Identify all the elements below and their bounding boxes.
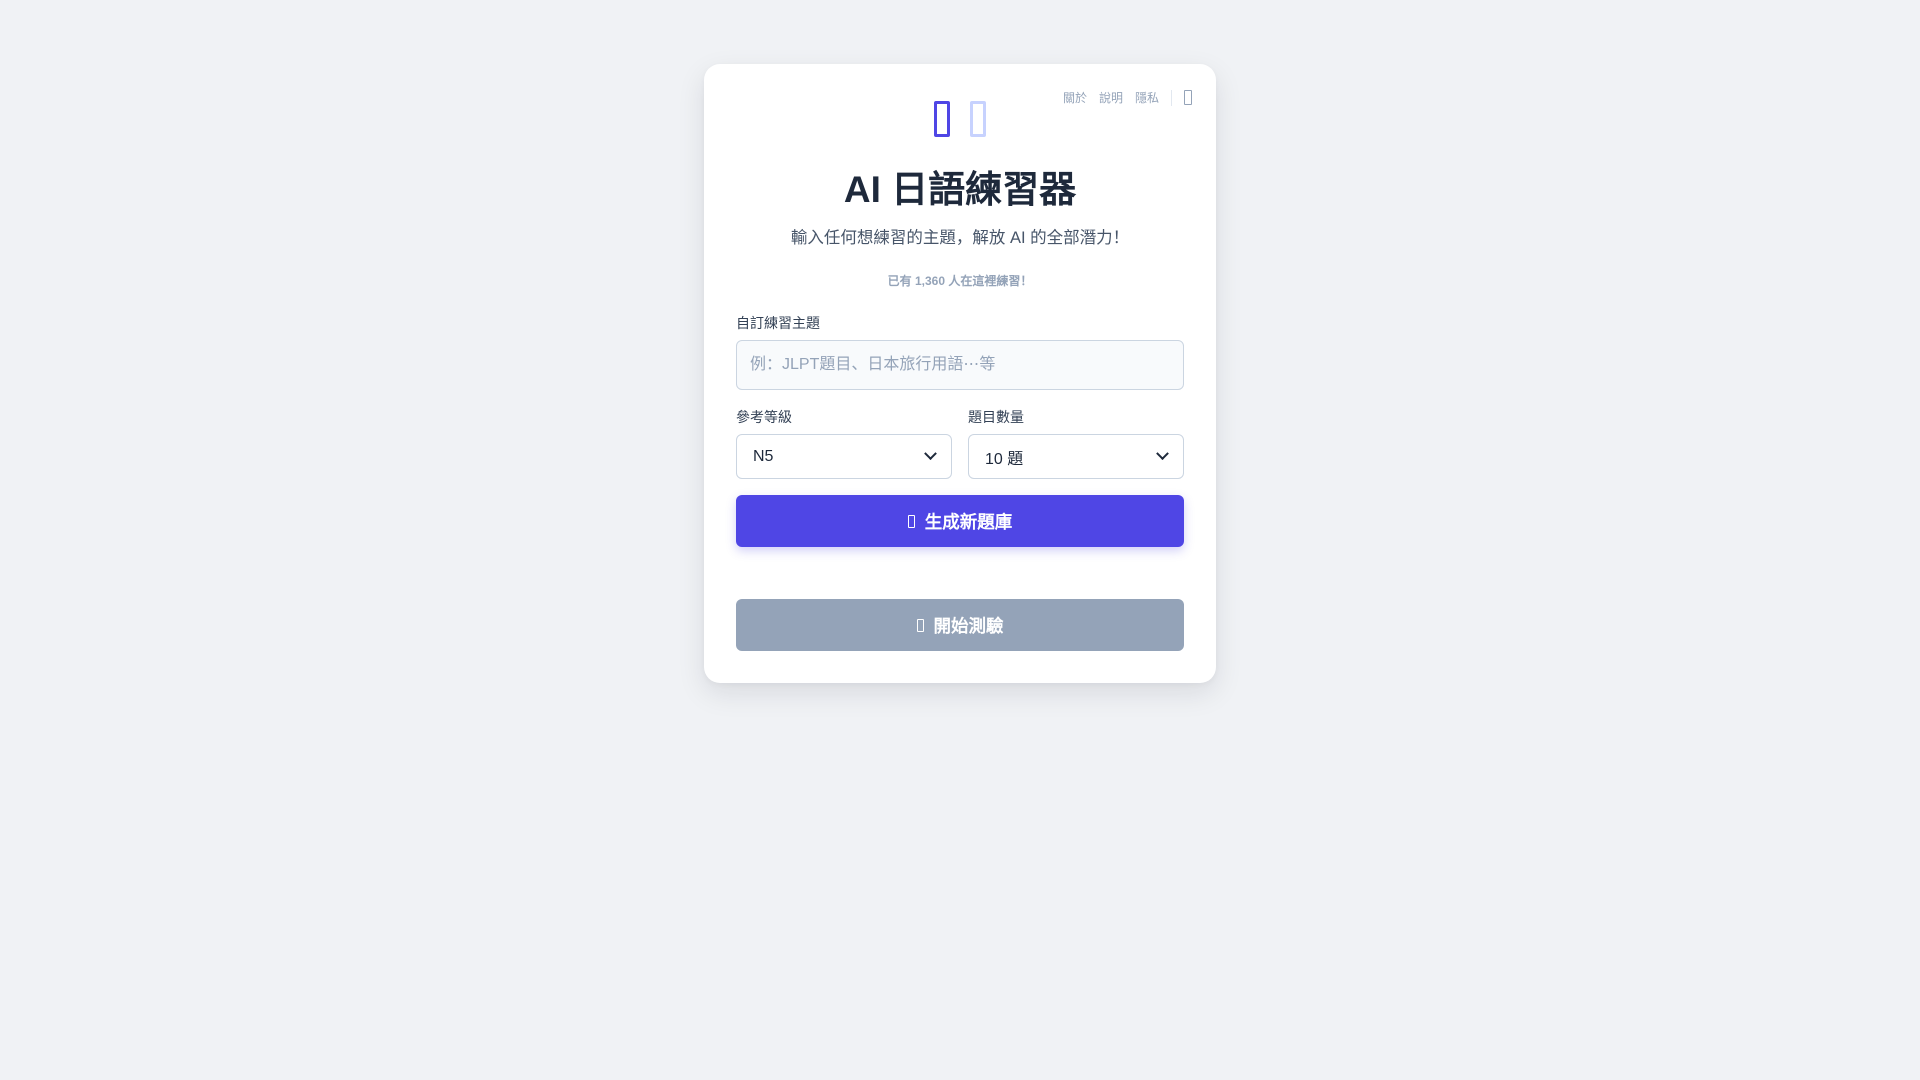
main-card: 關於 說明 隱私 AI 日語練習器 輸入任何想練習的主題，解放 AI 的全部潛力… [704, 64, 1216, 683]
logo-icon-primary [934, 101, 950, 137]
sparkle-icon [907, 514, 915, 528]
generate-button[interactable]: 生成新題庫 [736, 495, 1184, 547]
logo [704, 101, 1216, 137]
chevron-down-icon [924, 447, 937, 461]
count-select-value: 10 題 [985, 450, 1024, 468]
start-quiz-button[interactable]: 開始測驗 [736, 599, 1184, 651]
level-select[interactable]: N5 [736, 434, 952, 479]
page-title: AI 日語練習器 [843, 169, 1077, 210]
topic-label: 自訂練習主題 [736, 315, 820, 331]
user-counter: 已有 1,360 人在這裡練習！ [887, 274, 1033, 288]
count-label: 題目數量 [968, 409, 1024, 425]
level-select-value: N5 [753, 447, 774, 465]
start-quiz-button-label: 開始測驗 [933, 615, 1004, 636]
generate-button-label: 生成新題庫 [924, 511, 1013, 532]
logo-icon-secondary [970, 101, 986, 137]
play-icon [916, 618, 924, 632]
page-subtitle: 輸入任何想練習的主題，解放 AI 的全部潛力！ [790, 229, 1130, 247]
chevron-down-icon [1156, 447, 1169, 461]
topic-input[interactable] [736, 340, 1184, 390]
level-label: 參考等級 [736, 409, 792, 425]
count-select[interactable]: 10 題 [968, 434, 1184, 479]
